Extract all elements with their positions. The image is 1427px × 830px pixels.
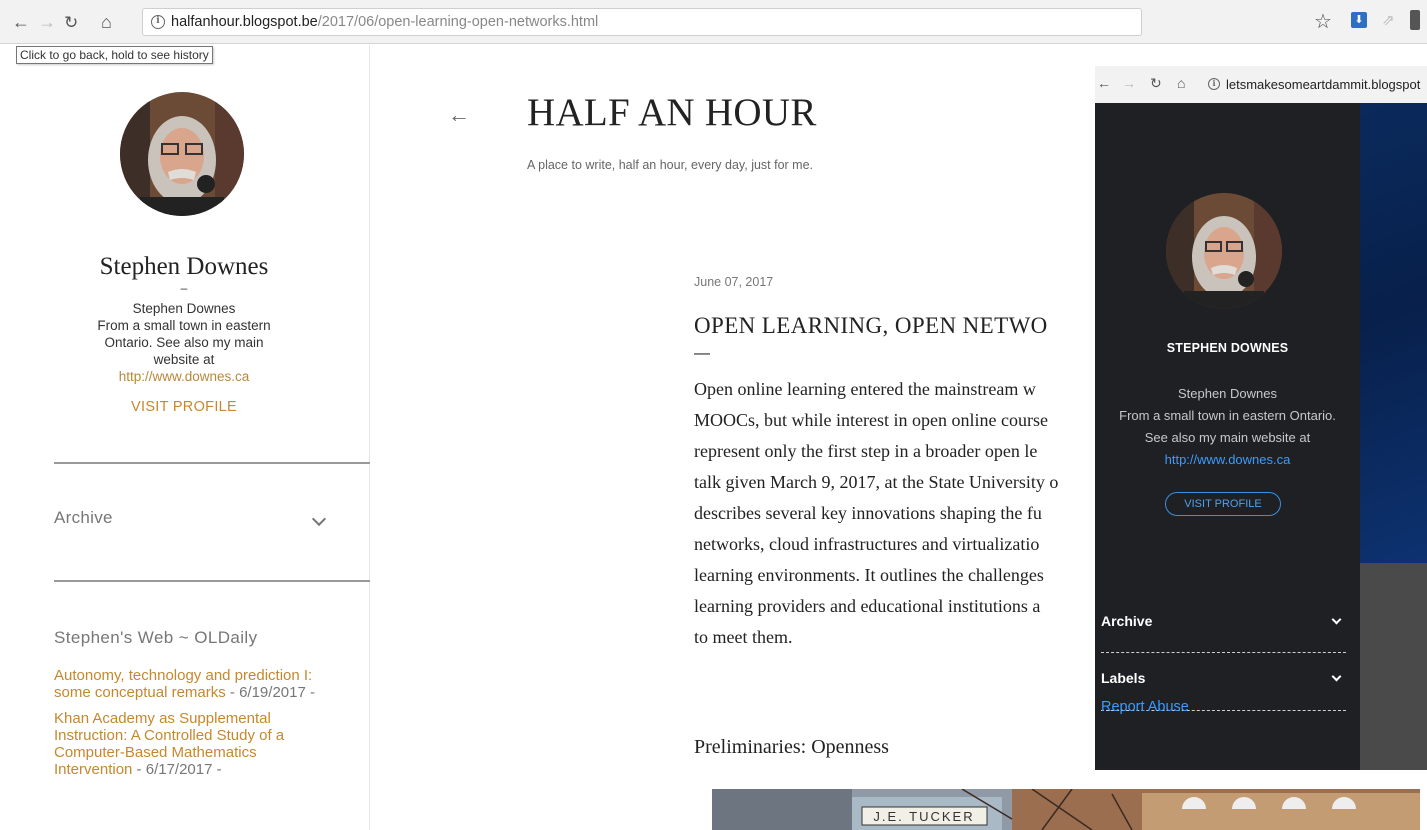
- forward-arrow-icon[interactable]: →: [1122, 75, 1136, 91]
- share-extension-icon[interactable]: ⇗: [1382, 11, 1395, 29]
- profile-about: Stephen Downes From a small town in east…: [1095, 383, 1360, 471]
- overlay-content-area: [1360, 563, 1427, 770]
- download-extension-icon[interactable]: ⬇: [1351, 12, 1367, 28]
- feed-widget-title: Stephen's Web ~ OLDaily: [54, 628, 258, 647]
- post-line: to meet them.: [694, 627, 793, 647]
- post-subheading: Preliminaries: Openness: [694, 736, 889, 758]
- divider-dash: —: [694, 345, 710, 362]
- report-abuse-link[interactable]: Report Abuse: [1101, 699, 1189, 715]
- post-body: Open online learning entered the mainstr…: [694, 374, 1114, 653]
- address-bar[interactable]: i halfanhour.blogspot.be/2017/06/open-le…: [142, 8, 1142, 36]
- archive-label: Archive: [54, 508, 113, 527]
- post-line: talk given March 9, 2017, at the State U…: [694, 472, 1059, 492]
- reload-icon[interactable]: ↻: [64, 13, 78, 33]
- extension-icon[interactable]: [1410, 10, 1420, 30]
- overlay-sidebar: STEPHEN DOWNES Stephen Downes From a sma…: [1095, 103, 1360, 770]
- about-line: From a small town in eastern: [97, 318, 271, 333]
- back-arrow-icon[interactable]: ←: [12, 12, 30, 32]
- blog-description: A place to write, half an hour, every da…: [527, 158, 814, 172]
- about-line: website at: [153, 352, 215, 367]
- feed-meta: - 6/17/2017 -: [132, 761, 222, 778]
- image-sign-text: J.E. TUCKER: [873, 809, 974, 824]
- website-link[interactable]: http://www.downes.ca: [1095, 449, 1360, 471]
- list-item: Autonomy, technology and prediction I: s…: [54, 667, 324, 701]
- info-icon[interactable]: i: [1208, 78, 1220, 90]
- post-line: Open online learning entered the mainstr…: [694, 379, 1036, 399]
- overlay-header-image: [1360, 103, 1427, 563]
- overlay-toolbar: ← → ↻ ⌂ i letsmakesomeartdammit.blogspot: [1095, 66, 1427, 103]
- blog-title[interactable]: HALF AN HOUR: [527, 90, 817, 135]
- archive-toggle[interactable]: Archive: [1101, 613, 1346, 635]
- about-line: See also my main website at: [1144, 430, 1311, 445]
- post-line: describes several key innovations shapin…: [694, 503, 1042, 523]
- url-host: halfanhour.blogspot.be: [171, 14, 318, 30]
- post-line: MOOCs, but while interest in open online…: [694, 410, 1048, 430]
- profile-about: Stephen Downes From a small town in east…: [54, 300, 314, 385]
- archive-label: Archive: [1101, 613, 1153, 629]
- avatar[interactable]: [120, 92, 244, 216]
- home-icon[interactable]: ⌂: [1177, 75, 1185, 91]
- browser-toolbar: ← → ↻ ⌂ i halfanhour.blogspot.be/2017/06…: [0, 0, 1427, 44]
- chevron-down-icon: [311, 511, 327, 527]
- visit-profile-link[interactable]: VISIT PROFILE: [54, 399, 314, 415]
- about-line: Stephen Downes: [1177, 386, 1277, 401]
- post-line: networks, cloud infrastructures and virt…: [694, 534, 1040, 554]
- info-icon[interactable]: i: [151, 15, 165, 29]
- avatar[interactable]: [1166, 193, 1282, 309]
- about-line: Stephen Downes: [132, 301, 236, 316]
- post-date[interactable]: June 07, 2017: [694, 275, 773, 289]
- about-line: From a small town in eastern Ontario.: [1119, 408, 1336, 423]
- post-title: OPEN LEARNING, OPEN NETWO: [694, 313, 1048, 338]
- profile-sidebar: Stephen Downes – Stephen Downes From a s…: [0, 45, 370, 830]
- post-line: represent only the first step in a broad…: [694, 441, 1038, 461]
- overlay-browser-window: ← → ↻ ⌂ i letsmakesomeartdammit.blogspot…: [1095, 66, 1427, 770]
- profile-name: Stephen Downes: [99, 253, 269, 280]
- back-arrow-icon[interactable]: ←: [448, 102, 470, 128]
- home-icon[interactable]: ⌂: [101, 12, 112, 32]
- visit-profile-button[interactable]: VISIT PROFILE: [1165, 492, 1281, 516]
- chevron-down-icon: [1331, 671, 1342, 682]
- labels-label: Labels: [1101, 670, 1146, 686]
- post-image: J.E. TUCKER: [712, 789, 1420, 830]
- about-line: Ontario. See also my main: [104, 335, 264, 350]
- profile-name: STEPHEN DOWNES: [1166, 341, 1289, 355]
- archive-toggle[interactable]: Archive: [54, 508, 327, 538]
- divider-dash: –: [180, 281, 188, 295]
- website-link[interactable]: http://www.downes.ca: [54, 368, 314, 385]
- back-arrow-icon[interactable]: ←: [1097, 75, 1111, 91]
- reload-icon[interactable]: ↻: [1150, 75, 1162, 92]
- list-item: Khan Academy as Supplemental Instruction…: [54, 710, 324, 778]
- labels-toggle[interactable]: Labels: [1101, 670, 1346, 692]
- forward-arrow-icon[interactable]: →: [38, 12, 56, 32]
- back-tooltip: Click to go back, hold to see history: [16, 46, 213, 64]
- overlay-url: letsmakesomeartdammit.blogspot: [1226, 77, 1421, 92]
- url-path: /2017/06/open-learning-open-networks.htm…: [317, 14, 599, 30]
- chevron-down-icon: [1331, 614, 1342, 625]
- divider: [1101, 652, 1346, 653]
- bookmark-star-icon[interactable]: ☆: [1314, 9, 1332, 34]
- divider: [54, 462, 370, 464]
- post-line: learning environments. It outlines the c…: [694, 565, 1044, 585]
- post-line: learning providers and educational insti…: [694, 596, 1041, 616]
- feed-list: Autonomy, technology and prediction I: s…: [54, 667, 324, 787]
- overlay-address-bar[interactable]: i letsmakesomeartdammit.blogspot: [1208, 73, 1427, 97]
- divider: [54, 580, 370, 582]
- feed-meta: - 6/19/2017 -: [225, 684, 315, 701]
